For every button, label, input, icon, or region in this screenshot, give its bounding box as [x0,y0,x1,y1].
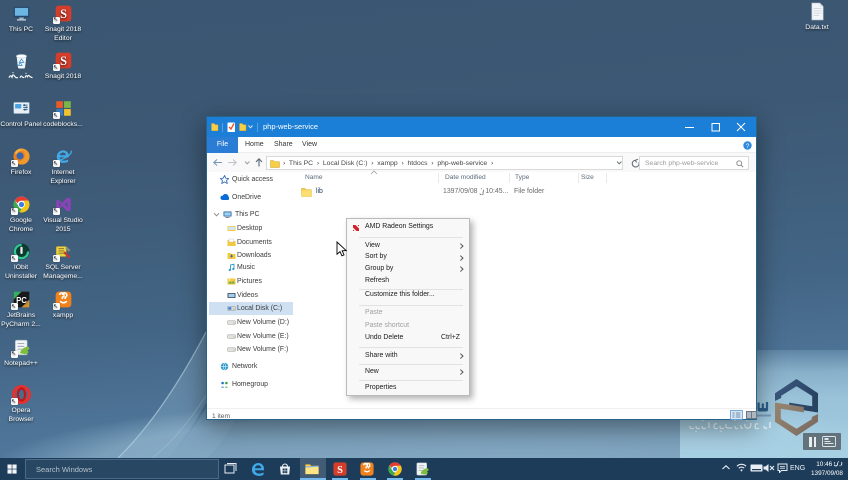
svg-text:S: S [60,54,67,68]
svg-text:S: S [60,6,67,20]
svg-text:?: ? [746,143,750,150]
svg-text:S: S [337,465,343,476]
